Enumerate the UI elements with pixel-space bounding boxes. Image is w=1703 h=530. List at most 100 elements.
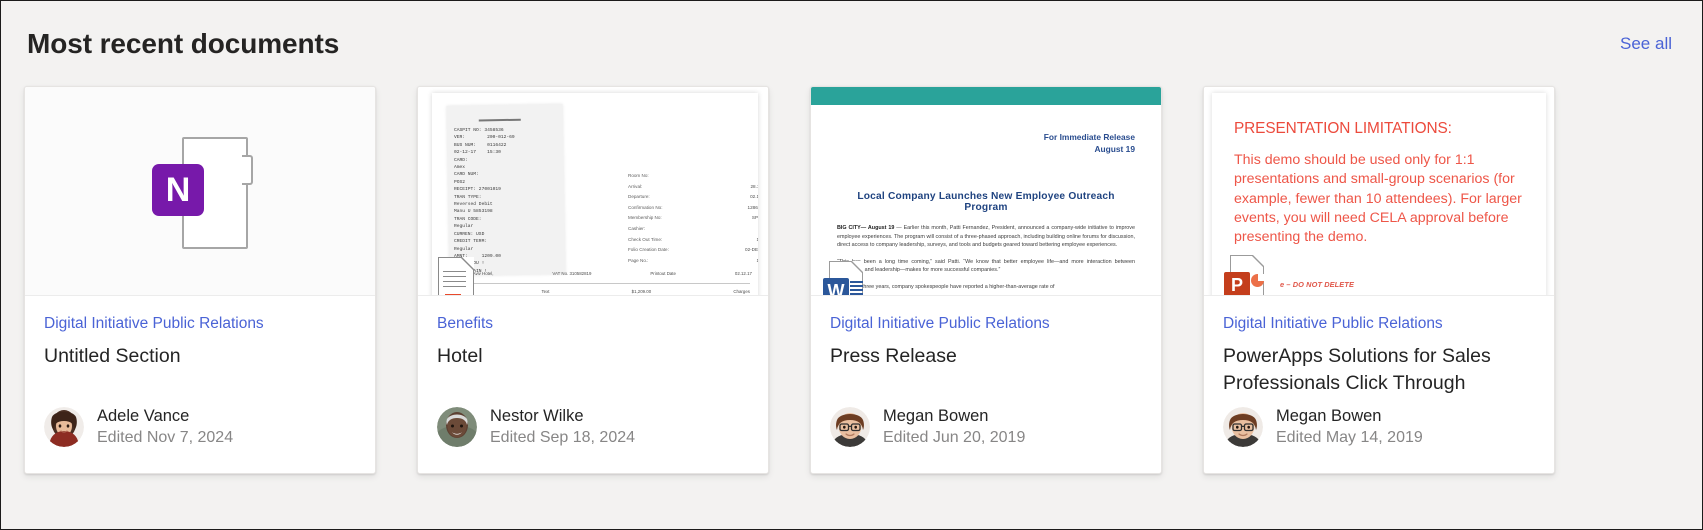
card-title: Hotel — [437, 345, 483, 367]
release-line-1: For Immediate Release — [1043, 132, 1135, 142]
receipt-field-row: Departure: 02.12.17 — [628, 192, 758, 203]
receipt-field-row: Arrival: 28.11.17 — [628, 182, 758, 193]
author-name: Adele Vance — [97, 407, 190, 425]
most-recent-documents-panel: Most recent documents See all N Digital … — [0, 0, 1703, 530]
onenote-icon: N — [152, 137, 253, 249]
document-thumbnail[interactable]: PRESENTATION LIMITATIONS: This demo shou… — [1204, 87, 1554, 296]
card-site-link[interactable]: Digital Initiative Public Relations — [830, 314, 1142, 334]
receipt-field-row: Room No:1108 — [628, 171, 758, 182]
receipt-field-value: 02-DEC-17 — [745, 247, 758, 253]
receipt-footer-item: 02.12.17 — [734, 271, 752, 276]
release-notice: For Immediate Release August 19 — [837, 131, 1135, 155]
receipt-scan-preview: CASPIT NO: 3458536 VER: 200-012-69 BUS N… — [432, 93, 758, 295]
ppt-letter-badge: P — [1224, 272, 1250, 295]
avatar — [1223, 407, 1263, 447]
receipt-field-value: SPG 42 — [751, 215, 758, 221]
receipt-field-label: Membership No: — [628, 215, 662, 221]
edited-timestamp: Edited Sep 18, 2024 — [490, 429, 636, 446]
receipt-field-label: Folio Creation Date: — [628, 247, 669, 253]
document-card[interactable]: For Immediate Release August 19 Local Co… — [810, 86, 1162, 474]
receipt-field-row: Confirmation No: 12864208 — [628, 203, 758, 214]
card-title: PowerApps Solutions for Sales Profession… — [1223, 345, 1491, 394]
press-release-paragraph-3: In the last three years, company spokesp… — [837, 283, 1055, 290]
card-body: Digital Initiative Public Relations Pres… — [811, 296, 1161, 473]
slide-title: PRESENTATION LIMITATIONS: — [1234, 120, 1452, 137]
document-card[interactable]: CASPIT NO: 3458536 VER: 200-012-69 BUS N… — [417, 86, 769, 474]
document-thumbnail[interactable]: For Immediate Release August 19 Local Co… — [811, 87, 1161, 296]
card-site-link[interactable]: Benefits — [437, 314, 749, 334]
avatar — [44, 407, 84, 447]
edited-timestamp: Edited May 14, 2019 — [1276, 429, 1423, 446]
receipt-table-header: Text — [541, 289, 550, 294]
receipt-field-label: Arrival: — [628, 183, 643, 189]
receipt-field-label: Check Out Time: — [628, 236, 663, 242]
release-line-2: August 19 — [1094, 144, 1136, 154]
pdf-icon — [430, 257, 478, 295]
card-body: Benefits Hotel Nestor Wilke Edited Sep 1… — [418, 296, 768, 473]
receipt-field-list: Room No:1108Arrival: 28.11.17 Departure: 02… — [628, 171, 758, 266]
document-card-list: N Digital Initiative Public Relations Un… — [24, 86, 1555, 474]
word-text-lines — [850, 281, 863, 295]
receipt-field-value: 15:30 — [757, 235, 759, 246]
receipt-field-row: Page No.: 1 of 2 — [628, 256, 758, 267]
edited-timestamp: Edited Jun 20, 2019 — [883, 429, 1026, 446]
notebook-tab-shape — [242, 155, 253, 185]
receipt-field-value: 28.11.17 — [750, 183, 758, 189]
receipt-divider — [442, 283, 750, 284]
card-footer: Adele Vance Edited Nov 7, 2024 — [44, 405, 356, 473]
card-footer: Nestor Wilke Edited Sep 18, 2024 — [437, 405, 749, 473]
receipt-field-label: Confirmation No: — [628, 204, 663, 210]
slide-body-text: This demo should be used only for 1:1 pr… — [1234, 152, 1522, 246]
card-body: Digital Initiative Public Relations Unti… — [25, 296, 375, 473]
edited-timestamp: Edited Nov 7, 2024 — [97, 429, 234, 446]
onenote-letter-badge: N — [152, 164, 204, 216]
receipt-table-header: $1,209.00 — [631, 289, 652, 294]
receipt-dash — [478, 118, 521, 122]
word-page-fold — [852, 261, 863, 272]
author-meta: Megan Bowen Edited May 14, 2019 — [1276, 405, 1423, 449]
document-thumbnail[interactable]: N — [25, 87, 375, 296]
see-all-link[interactable]: See all — [1620, 34, 1674, 54]
card-footer: Megan Bowen Edited Jun 20, 2019 — [830, 405, 1142, 473]
author-meta: Megan Bowen Edited Jun 20, 2019 — [883, 405, 1025, 449]
press-release-paragraph-2: “This has been a long time coming,” said… — [837, 258, 1135, 274]
receipt-table-header: Charges — [733, 289, 750, 294]
avatar — [830, 407, 870, 447]
card-site-link[interactable]: Digital Initiative Public Relations — [1223, 314, 1535, 334]
ppt-pie-shape — [1251, 274, 1264, 287]
receipt-footer-item: Printout Date — [650, 271, 676, 276]
author-meta: Nestor Wilke Edited Sep 18, 2024 — [490, 405, 635, 449]
author-meta: Adele Vance Edited Nov 7, 2024 — [97, 405, 233, 449]
receipt-field-row: Check Out Time: 15:30 — [628, 235, 758, 246]
card-site-link[interactable]: Digital Initiative Public Relations — [44, 314, 356, 334]
avatar — [437, 407, 477, 447]
press-release-heading: Local Company Launches New Employee Outr… — [857, 191, 1115, 213]
receipt-field-label: Departure: — [628, 194, 650, 200]
receipt-field-label: Cashier: — [628, 225, 646, 231]
document-thumbnail[interactable]: CASPIT NO: 3458536 VER: 200-012-69 BUS N… — [418, 87, 768, 296]
powerpoint-icon: P — [1224, 255, 1268, 295]
author-name: Megan Bowen — [883, 407, 989, 425]
receipt-footer: Tel Aviv Hotel, VAT No. 310582819 Printout… — [466, 271, 752, 276]
document-card[interactable]: N Digital Initiative Public Relations Un… — [24, 86, 376, 474]
card-footer: Megan Bowen Edited May 14, 2019 — [1223, 405, 1535, 473]
receipt-field-row: Membership No: SPG 42 — [628, 213, 758, 224]
pdf-page-fold — [462, 257, 474, 269]
press-release-paragraph-1: BIG CITY— August 19 — Earlier this month… — [837, 224, 1135, 250]
receipt-field-label: Room No: — [628, 173, 649, 178]
document-card[interactable]: PRESENTATION LIMITATIONS: This demo shou… — [1203, 86, 1555, 474]
word-icon: W — [823, 261, 867, 295]
dateline: BIG CITY— August 19 — [837, 225, 895, 231]
receipt-field-value: 02.12.17 — [750, 194, 758, 200]
receipt-table-headers: DateText$1,209.00ChargesUSD — [450, 289, 750, 294]
receipt-field-row: Folio Creation Date: 02-DEC-17 — [628, 245, 758, 256]
receipt-field-value: 1 of 2 — [757, 256, 759, 267]
author-name: Nestor Wilke — [490, 407, 584, 425]
card-title: Press Release — [830, 345, 957, 367]
author-name: Megan Bowen — [1276, 407, 1382, 425]
page-title: Most recent documents — [27, 28, 340, 59]
slide-note: e – DO NOT DELETE — [1280, 280, 1354, 289]
section-header: Most recent documents See all — [1, 1, 1702, 87]
pdf-mark-center — [445, 294, 461, 295]
receipt-field-label: Page No.: — [628, 257, 649, 263]
